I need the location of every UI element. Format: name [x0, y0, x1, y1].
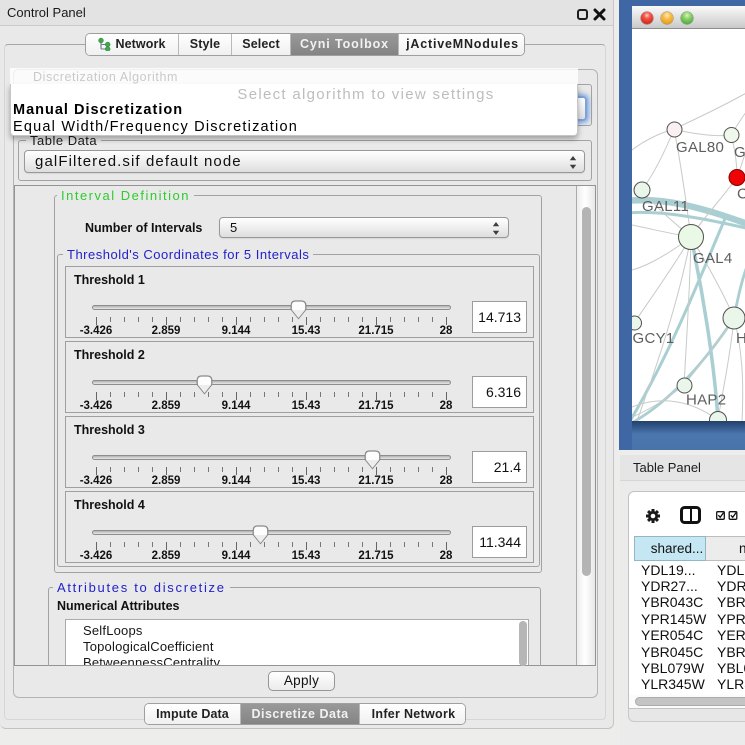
svg-text:G: G	[734, 144, 745, 161]
svg-text:HAP2: HAP2	[686, 392, 726, 409]
svg-text:H: H	[736, 330, 745, 347]
svg-text:GAL11: GAL11	[642, 198, 689, 215]
svg-text:GAL80: GAL80	[676, 139, 724, 156]
svg-text:C: C	[737, 186, 745, 203]
svg-text:GAL4: GAL4	[693, 250, 733, 267]
svg-text:GCY1: GCY1	[633, 330, 675, 347]
